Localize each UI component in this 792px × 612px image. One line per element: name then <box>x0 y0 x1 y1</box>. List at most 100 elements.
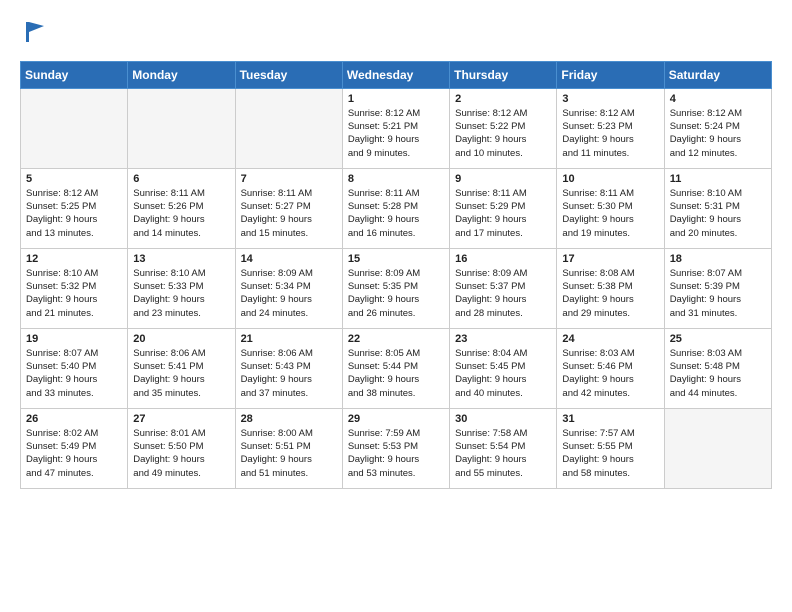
day-cell: 20Sunrise: 8:06 AMSunset: 5:41 PMDayligh… <box>128 328 235 408</box>
day-info: Sunrise: 8:10 AMSunset: 5:31 PMDaylight:… <box>670 187 766 240</box>
day-number: 16 <box>455 253 551 265</box>
day-info: Sunrise: 8:12 AMSunset: 5:21 PMDaylight:… <box>348 107 444 160</box>
day-number: 23 <box>455 333 551 345</box>
day-info: Sunrise: 8:06 AMSunset: 5:43 PMDaylight:… <box>241 347 337 400</box>
day-info: Sunrise: 8:11 AMSunset: 5:29 PMDaylight:… <box>455 187 551 240</box>
weekday-thursday: Thursday <box>450 61 557 88</box>
day-cell: 27Sunrise: 8:01 AMSunset: 5:50 PMDayligh… <box>128 408 235 488</box>
day-number: 19 <box>26 333 122 345</box>
day-info: Sunrise: 8:09 AMSunset: 5:35 PMDaylight:… <box>348 267 444 320</box>
day-cell <box>664 408 771 488</box>
day-cell: 17 Sunrise: 8:08 AMSunset: 5:38 PMDayligh… <box>557 248 664 328</box>
day-number: 30 <box>455 413 551 425</box>
day-number: 2 <box>455 93 551 105</box>
day-number: 4 <box>670 93 766 105</box>
weekday-friday: Friday <box>557 61 664 88</box>
day-number: 28 <box>241 413 337 425</box>
day-number: 12 <box>26 253 122 265</box>
day-number: 21 <box>241 333 337 345</box>
day-cell: 15 Sunrise: 8:09 AMSunset: 5:35 PMDayligh… <box>342 248 449 328</box>
day-cell: 26 Sunrise: 8:02 AMSunset: 5:49 PMDayligh… <box>21 408 128 488</box>
day-cell: 28Sunrise: 8:00 AMSunset: 5:51 PMDayligh… <box>235 408 342 488</box>
day-info: Sunrise: 8:04 AMSunset: 5:45 PMDaylight:… <box>455 347 551 400</box>
day-cell: 16 Sunrise: 8:09 AMSunset: 5:37 PMDayligh… <box>450 248 557 328</box>
day-number: 27 <box>133 413 229 425</box>
weekday-header-row: SundayMondayTuesdayWednesdayThursdayFrid… <box>21 61 772 88</box>
day-number: 3 <box>562 93 658 105</box>
day-cell: 22 Sunrise: 8:05 AMSunset: 5:44 PMDayligh… <box>342 328 449 408</box>
day-info: Sunrise: 8:11 AMSunset: 5:28 PMDaylight:… <box>348 187 444 240</box>
day-cell <box>235 88 342 168</box>
day-number: 11 <box>670 173 766 185</box>
day-cell: 3 Sunrise: 8:12 AMSunset: 5:23 PMDaylight… <box>557 88 664 168</box>
page: SundayMondayTuesdayWednesdayThursdayFrid… <box>0 0 792 507</box>
header <box>20 18 772 47</box>
day-number: 17 <box>562 253 658 265</box>
week-row-1: 1 Sunrise: 8:12 AMSunset: 5:21 PMDaylight… <box>21 88 772 168</box>
day-cell: 18 Sunrise: 8:07 AMSunset: 5:39 PMDayligh… <box>664 248 771 328</box>
day-cell: 31Sunrise: 7:57 AMSunset: 5:55 PMDayligh… <box>557 408 664 488</box>
day-cell <box>21 88 128 168</box>
weekday-sunday: Sunday <box>21 61 128 88</box>
day-cell: 5 Sunrise: 8:12 AMSunset: 5:25 PMDaylight… <box>21 168 128 248</box>
day-cell: 25 Sunrise: 8:03 AMSunset: 5:48 PMDayligh… <box>664 328 771 408</box>
day-cell: 21 Sunrise: 8:06 AMSunset: 5:43 PMDayligh… <box>235 328 342 408</box>
day-number: 14 <box>241 253 337 265</box>
day-number: 6 <box>133 173 229 185</box>
logo <box>20 18 50 47</box>
day-cell: 9 Sunrise: 8:11 AMSunset: 5:29 PMDaylight… <box>450 168 557 248</box>
day-number: 8 <box>348 173 444 185</box>
day-number: 7 <box>241 173 337 185</box>
day-info: Sunrise: 8:07 AMSunset: 5:39 PMDaylight:… <box>670 267 766 320</box>
day-number: 31 <box>562 413 658 425</box>
weekday-wednesday: Wednesday <box>342 61 449 88</box>
week-row-3: 12 Sunrise: 8:10 AMSunset: 5:32 PMDayligh… <box>21 248 772 328</box>
day-number: 15 <box>348 253 444 265</box>
day-cell: 7 Sunrise: 8:11 AMSunset: 5:27 PMDaylight… <box>235 168 342 248</box>
day-info: Sunrise: 8:06 AMSunset: 5:41 PMDaylight:… <box>133 347 229 400</box>
day-info: Sunrise: 8:11 AMSunset: 5:26 PMDaylight:… <box>133 187 229 240</box>
day-number: 9 <box>455 173 551 185</box>
day-cell: 23 Sunrise: 8:04 AMSunset: 5:45 PMDayligh… <box>450 328 557 408</box>
day-number: 5 <box>26 173 122 185</box>
day-cell: 10Sunrise: 8:11 AMSunset: 5:30 PMDayligh… <box>557 168 664 248</box>
day-cell: 8 Sunrise: 8:11 AMSunset: 5:28 PMDaylight… <box>342 168 449 248</box>
day-info: Sunrise: 8:12 AMSunset: 5:23 PMDaylight:… <box>562 107 658 160</box>
day-info: Sunrise: 8:07 AMSunset: 5:40 PMDaylight:… <box>26 347 122 400</box>
day-cell: 29Sunrise: 7:59 AMSunset: 5:53 PMDayligh… <box>342 408 449 488</box>
weekday-saturday: Saturday <box>664 61 771 88</box>
day-cell: 19 Sunrise: 8:07 AMSunset: 5:40 PMDayligh… <box>21 328 128 408</box>
day-cell: 30Sunrise: 7:58 AMSunset: 5:54 PMDayligh… <box>450 408 557 488</box>
day-info: Sunrise: 8:11 AMSunset: 5:27 PMDaylight:… <box>241 187 337 240</box>
logo-flag-icon <box>22 18 50 46</box>
day-number: 26 <box>26 413 122 425</box>
day-info: Sunrise: 8:08 AMSunset: 5:38 PMDaylight:… <box>562 267 658 320</box>
day-info: Sunrise: 8:03 AMSunset: 5:48 PMDaylight:… <box>670 347 766 400</box>
day-number: 24 <box>562 333 658 345</box>
day-info: Sunrise: 8:10 AMSunset: 5:33 PMDaylight:… <box>133 267 229 320</box>
day-cell <box>128 88 235 168</box>
week-row-4: 19 Sunrise: 8:07 AMSunset: 5:40 PMDayligh… <box>21 328 772 408</box>
day-number: 10 <box>562 173 658 185</box>
day-number: 18 <box>670 253 766 265</box>
day-number: 13 <box>133 253 229 265</box>
day-cell: 11 Sunrise: 8:10 AMSunset: 5:31 PMDayligh… <box>664 168 771 248</box>
day-info: Sunrise: 7:59 AMSunset: 5:53 PMDaylight:… <box>348 427 444 480</box>
day-info: Sunrise: 8:12 AMSunset: 5:25 PMDaylight:… <box>26 187 122 240</box>
weekday-monday: Monday <box>128 61 235 88</box>
day-cell: 13 Sunrise: 8:10 AMSunset: 5:33 PMDayligh… <box>128 248 235 328</box>
day-number: 25 <box>670 333 766 345</box>
day-info: Sunrise: 8:05 AMSunset: 5:44 PMDaylight:… <box>348 347 444 400</box>
day-cell: 6 Sunrise: 8:11 AMSunset: 5:26 PMDaylight… <box>128 168 235 248</box>
day-number: 1 <box>348 93 444 105</box>
calendar-table: SundayMondayTuesdayWednesdayThursdayFrid… <box>20 61 772 489</box>
day-number: 22 <box>348 333 444 345</box>
day-cell: 12 Sunrise: 8:10 AMSunset: 5:32 PMDayligh… <box>21 248 128 328</box>
day-cell: 4Sunrise: 8:12 AMSunset: 5:24 PMDaylight… <box>664 88 771 168</box>
day-info: Sunrise: 8:10 AMSunset: 5:32 PMDaylight:… <box>26 267 122 320</box>
week-row-5: 26 Sunrise: 8:02 AMSunset: 5:49 PMDayligh… <box>21 408 772 488</box>
week-row-2: 5 Sunrise: 8:12 AMSunset: 5:25 PMDaylight… <box>21 168 772 248</box>
day-info: Sunrise: 8:09 AMSunset: 5:34 PMDaylight:… <box>241 267 337 320</box>
day-info: Sunrise: 8:02 AMSunset: 5:49 PMDaylight:… <box>26 427 122 480</box>
day-info: Sunrise: 8:09 AMSunset: 5:37 PMDaylight:… <box>455 267 551 320</box>
